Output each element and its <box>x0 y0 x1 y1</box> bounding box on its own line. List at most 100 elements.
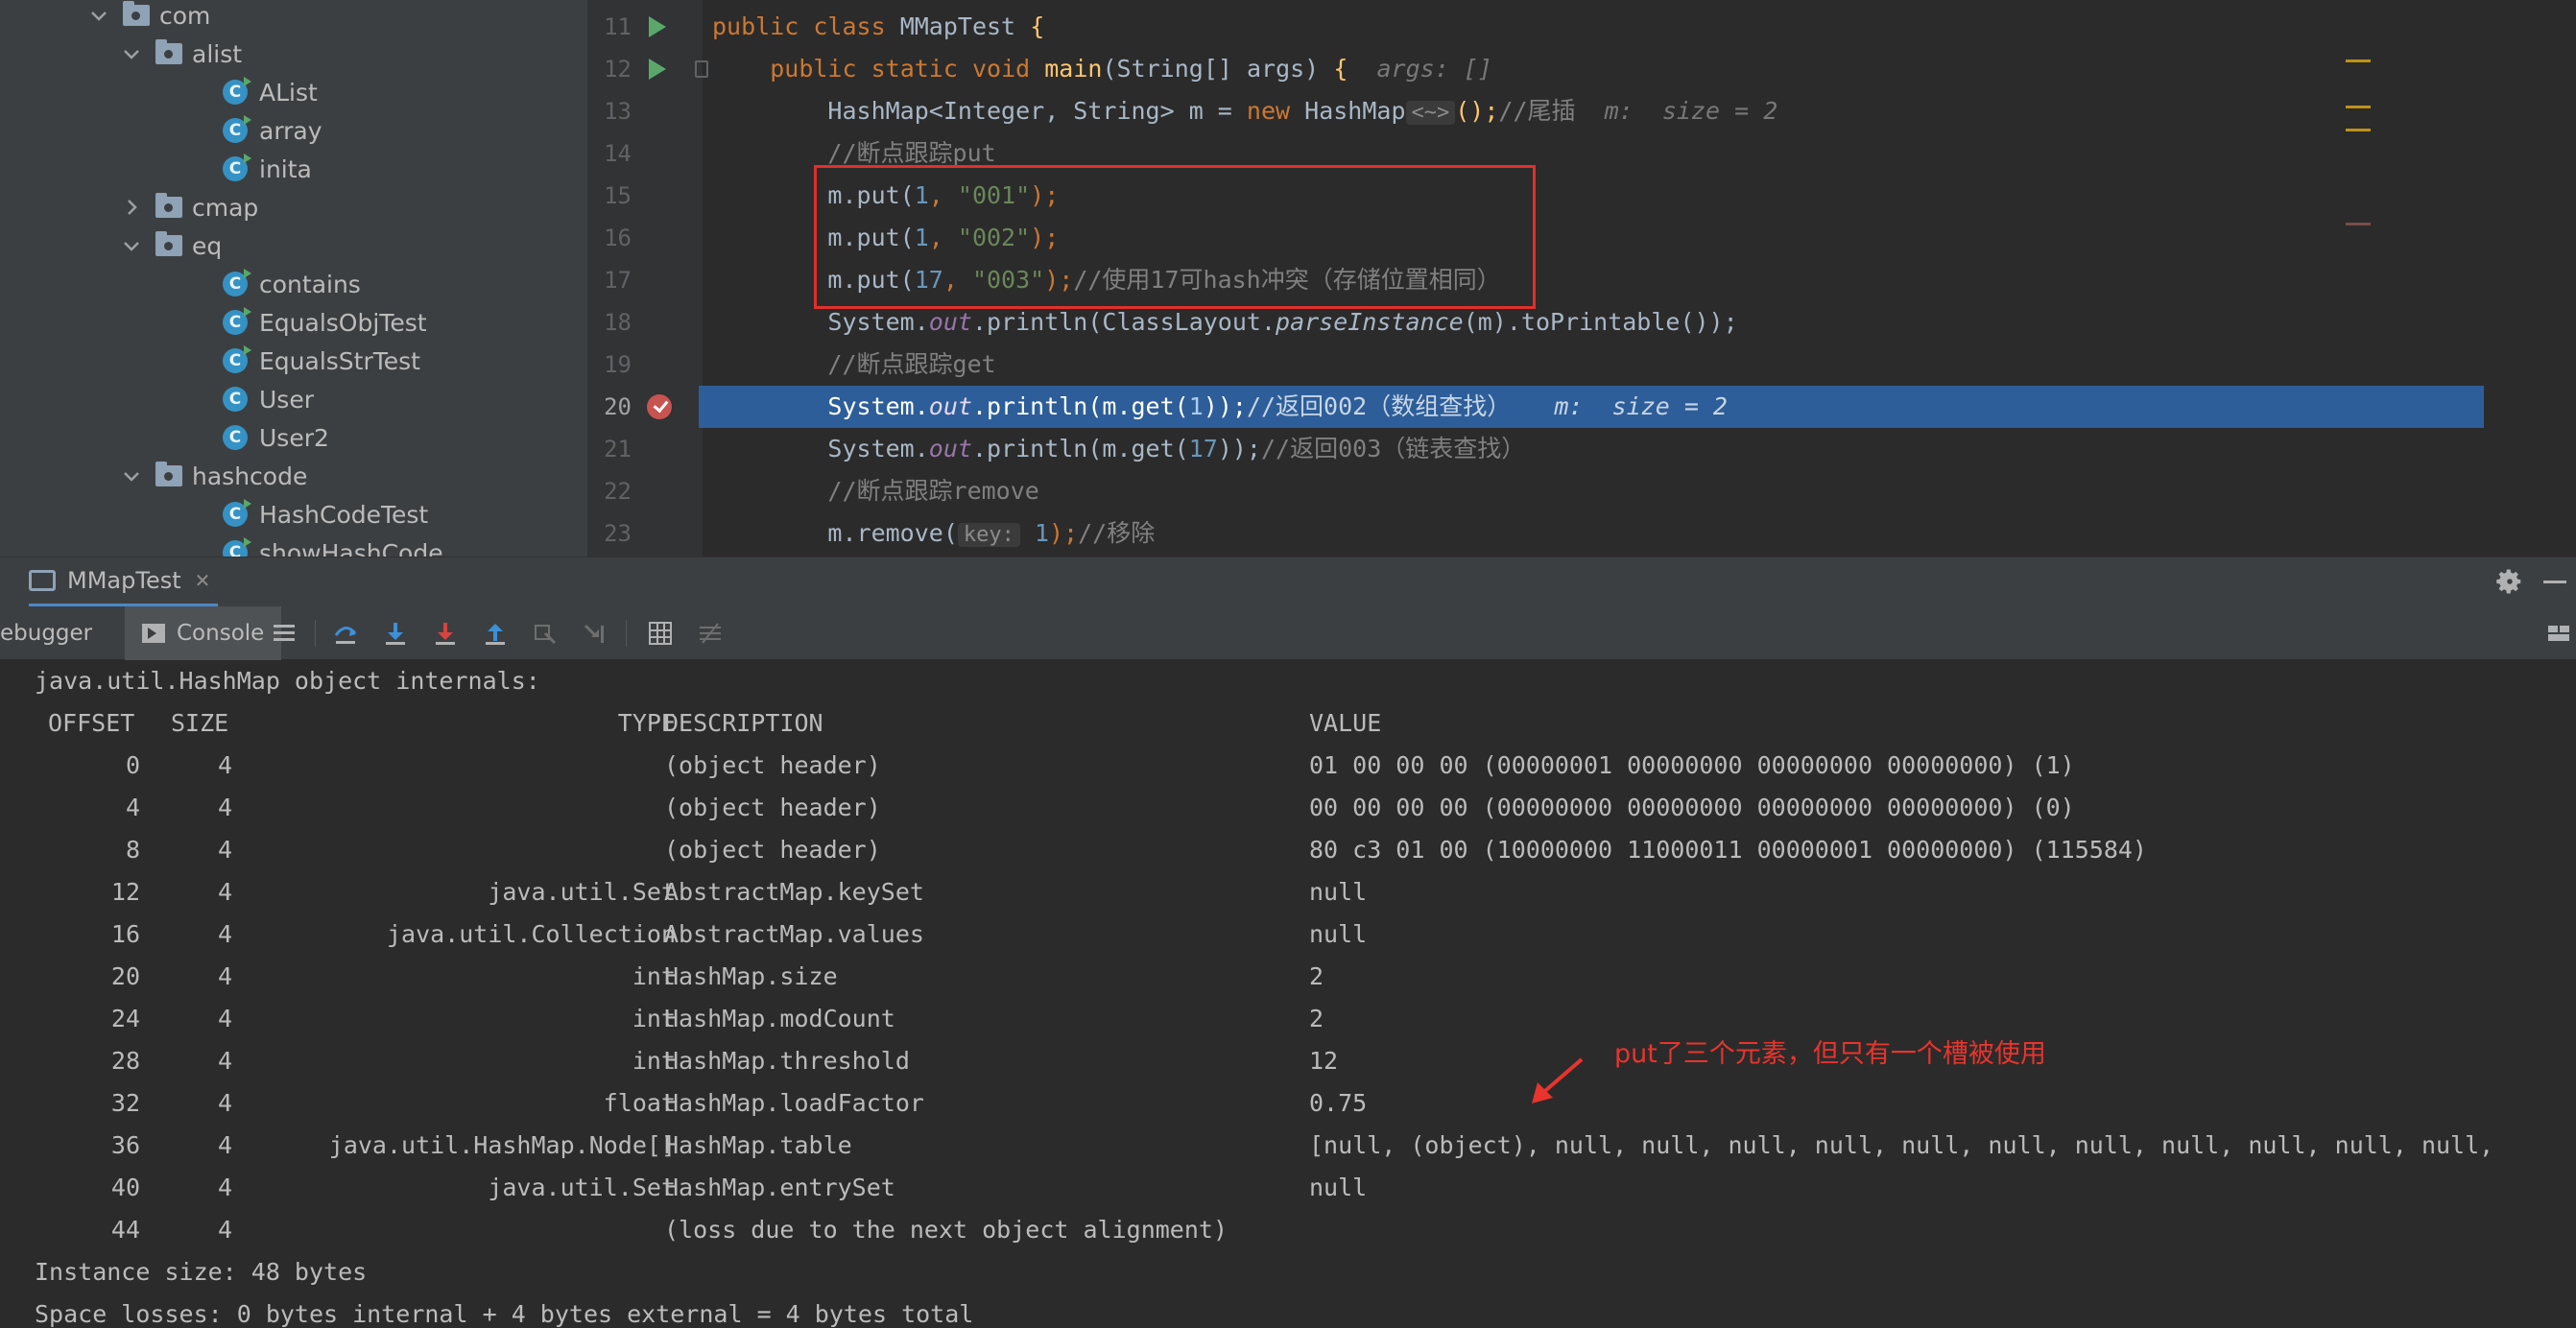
code-line-21[interactable]: System.out.println(m.get(17));//返回003（链表… <box>712 428 2497 470</box>
code-line-13[interactable]: HashMap<Integer, String> m = new HashMap… <box>712 90 2497 132</box>
call: System. <box>827 308 929 336</box>
runnable-class-icon: C <box>223 307 251 335</box>
code-line-22[interactable]: //断点跟踪remove <box>712 470 2497 512</box>
chevron-down-icon[interactable] <box>121 465 142 486</box>
chevron-down-icon[interactable] <box>121 235 142 256</box>
call-mid: .println(m.get( <box>971 435 1189 462</box>
list-icon[interactable] <box>271 620 298 647</box>
close-icon[interactable]: ✕ <box>195 569 211 592</box>
tab-label: MMapTest <box>67 567 181 594</box>
static-method: parseInstance <box>1276 308 1464 336</box>
tree-class-array[interactable]: Carray <box>223 111 322 150</box>
tree-item-label: array <box>259 116 322 145</box>
cell-size: 4 <box>217 794 232 821</box>
tab-mmaptest[interactable]: MMapTest ✕ <box>29 557 219 607</box>
warning-marker[interactable] <box>2346 59 2371 62</box>
tree-class-equalsobjtest[interactable]: C EqualsObjTest <box>223 303 427 342</box>
tree-class-user[interactable]: C User <box>223 380 314 418</box>
breakpoint-marker[interactable] <box>2346 223 2371 225</box>
chevron-down-icon[interactable] <box>121 43 142 64</box>
gear-icon[interactable] <box>2495 567 2524 596</box>
number: 1 <box>1188 392 1204 420</box>
call-end: )); <box>1217 435 1261 462</box>
drop-frame-icon[interactable] <box>532 620 559 647</box>
chevron-right-icon[interactable] <box>121 197 142 218</box>
fold-marker-icon[interactable] <box>695 60 708 78</box>
debug-tool-window-header: MMapTest ✕ <box>0 557 2576 607</box>
col-value: VALUE <box>1309 709 1382 737</box>
console-icon <box>142 624 165 643</box>
minimize-icon[interactable] <box>2543 581 2566 583</box>
code-line-23[interactable]: m.remove(key: 1);//移除 <box>712 512 2497 555</box>
cell-desc: HashMap.size <box>664 962 838 990</box>
runnable-class-icon: C <box>223 537 251 557</box>
annotation-note: put了三个元素，但只有一个槽被使用 <box>1614 1039 2046 1069</box>
tree-class-hashcodetest[interactable]: C HashCodeTest <box>223 495 428 534</box>
runnable-class-icon: C <box>223 154 251 181</box>
layout-row: 4 4 (object header) 00 00 00 00 (00000000 0… <box>35 787 2568 829</box>
col-offset: OFFSET <box>48 709 135 737</box>
line-number: 23 <box>604 520 632 547</box>
col-description: DESCRIPTION <box>664 709 823 737</box>
tab-debugger[interactable]: ebugger <box>0 606 92 660</box>
cell-value: 80 c3 01 00 (10000000 11000011 00000001 … <box>1309 836 2147 864</box>
tree-folder-alist[interactable]: alist <box>121 35 242 73</box>
cell-offset: 36 <box>110 1131 140 1159</box>
cell-desc: (loss due to the next object alignment) <box>664 1216 1228 1244</box>
runnable-class-icon: C <box>223 115 251 143</box>
space-losses-text: Space losses: 0 bytes internal + 4 bytes… <box>35 1300 974 1328</box>
code-line-12[interactable]: public static void main(String[] args) {… <box>712 48 2497 90</box>
cell-type: java.util.Collection <box>386 920 676 948</box>
param-hint: key: <box>957 523 1020 547</box>
trace-icon[interactable] <box>697 620 724 647</box>
step-out-icon[interactable] <box>482 620 509 647</box>
comment: //断点跟踪put <box>827 139 996 167</box>
field-out: out <box>928 435 972 462</box>
code-line-20-current[interactable]: System.out.println(m.get(1));//返回002（数组查… <box>699 386 2484 428</box>
tree-item-label: showHashCode <box>259 538 443 557</box>
layout-icon[interactable] <box>2545 620 2572 647</box>
tab-console[interactable]: Console <box>125 606 282 660</box>
console-output[interactable]: java.util.HashMap object internals: OFFS… <box>0 660 2576 1328</box>
step-over-icon[interactable] <box>332 620 359 647</box>
evaluate-expression-icon[interactable] <box>647 620 674 647</box>
line-number: 21 <box>604 436 632 462</box>
tree-folder-com[interactable]: com <box>88 0 210 35</box>
step-into-icon[interactable] <box>382 620 409 647</box>
warning-marker[interactable] <box>2346 106 2371 108</box>
run-gutter-icon[interactable] <box>649 16 666 37</box>
run-gutter-icon[interactable] <box>649 59 666 80</box>
cell-desc: AbstractMap.values <box>664 920 924 948</box>
annotation-arrow-icon <box>1532 1057 1584 1103</box>
run-to-cursor-icon[interactable] <box>582 620 608 647</box>
tree-class-user2[interactable]: C User2 <box>223 418 329 457</box>
layout-row: 16 4 java.util.Collection AbstractMap.value… <box>35 913 2568 956</box>
cell-desc: HashMap.loadFactor <box>664 1089 924 1117</box>
cell-offset: 20 <box>110 962 140 990</box>
comment: //返回002（数组查找） <box>1246 392 1512 420</box>
warning-marker[interactable] <box>2346 129 2371 131</box>
tree-class-inita[interactable]: Cinita <box>223 150 312 188</box>
tree-folder-cmap[interactable]: cmap <box>121 188 258 226</box>
debug-toolbar: ebugger Console <box>0 606 2576 660</box>
code-line-19[interactable]: //断点跟踪get <box>712 344 2497 386</box>
field-out: out <box>928 308 972 336</box>
call-end: (); <box>1455 97 1499 125</box>
line-number: 20 <box>604 393 632 420</box>
class-icon: C <box>223 425 248 450</box>
breakpoint-icon[interactable] <box>647 394 672 419</box>
tree-class-equalsstrtest[interactable]: C EqualsStrTest <box>223 342 420 380</box>
tree-class-showhashcode[interactable]: CshowHashCode <box>223 534 443 557</box>
tree-class-alist[interactable]: C AList <box>223 73 318 111</box>
force-step-into-icon[interactable] <box>432 620 459 647</box>
tree-folder-eq[interactable]: eq <box>121 226 222 265</box>
debug-config-icon <box>29 570 56 591</box>
tree-folder-hashcode[interactable]: hashcode <box>121 457 307 495</box>
tree-class-contains[interactable]: Ccontains <box>223 265 361 303</box>
cell-value: null <box>1309 878 1368 906</box>
diamond-fold[interactable]: <~> <box>1405 101 1456 125</box>
chevron-down-icon[interactable] <box>88 5 109 26</box>
tab-console-label: Console <box>177 621 265 646</box>
cell-offset: 28 <box>110 1047 140 1075</box>
code-line-11[interactable]: public class MMapTest { <box>712 6 2497 48</box>
